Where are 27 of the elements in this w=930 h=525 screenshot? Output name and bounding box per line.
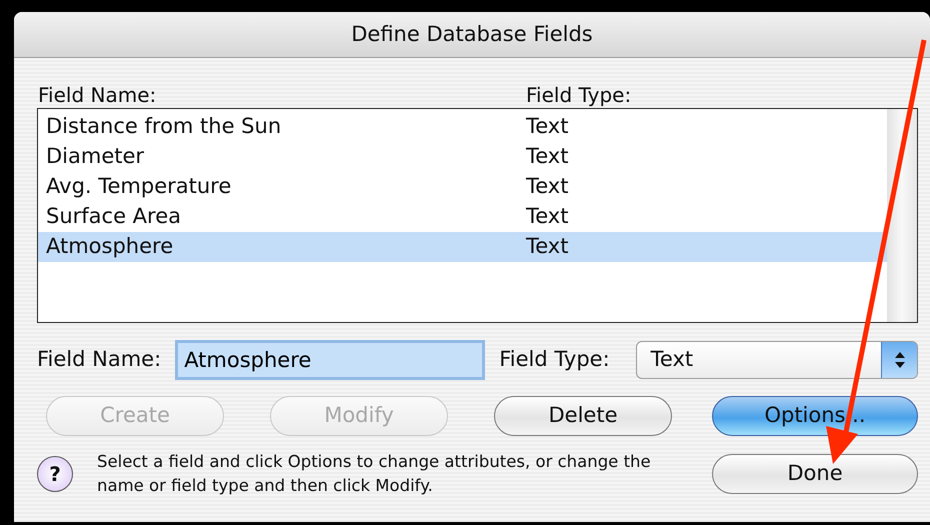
field-name-input[interactable]: Atmosphere: [175, 340, 486, 380]
field-type-text: Text: [526, 203, 568, 230]
field-name-text: Avg. Temperature: [46, 173, 232, 200]
field-type-text: Text: [526, 143, 568, 170]
field-type-text: Text: [526, 113, 568, 140]
help-text: Select a field and click Options to change attributes, or change the name or field type and then click Modify.: [97, 451, 652, 497]
list-row[interactable]: Avg. Temperature Text: [38, 172, 887, 202]
field-type-label: Field Type:: [499, 346, 610, 374]
done-button[interactable]: Done: [712, 454, 918, 494]
field-name-text: Surface Area: [46, 203, 182, 230]
column-header: Field Type:: [526, 82, 632, 108]
list-row[interactable]: Diameter Text: [38, 142, 887, 172]
help-icon[interactable]: ?: [37, 456, 73, 492]
list-row[interactable]: Atmosphere Text: [38, 232, 887, 262]
field-type-select[interactable]: Text: [636, 341, 918, 379]
column-header: Field Name:: [38, 82, 158, 108]
field-name-text: Atmosphere: [46, 233, 174, 260]
stepper-icon: [894, 350, 906, 370]
field-name-label: Field Name:: [37, 346, 162, 374]
field-name-text: Diameter: [46, 143, 146, 170]
field-type-text: Text: [526, 233, 568, 260]
dialog-button[interactable]: Delete: [494, 396, 672, 436]
list-row[interactable]: Surface Area Text: [38, 202, 887, 232]
field-type-text: Text: [526, 173, 568, 200]
window-title: Define Database Fields: [351, 20, 593, 48]
list-row[interactable]: Distance from the Sun Text: [38, 112, 887, 142]
field-name-text: Distance from the Sun: [46, 113, 282, 140]
